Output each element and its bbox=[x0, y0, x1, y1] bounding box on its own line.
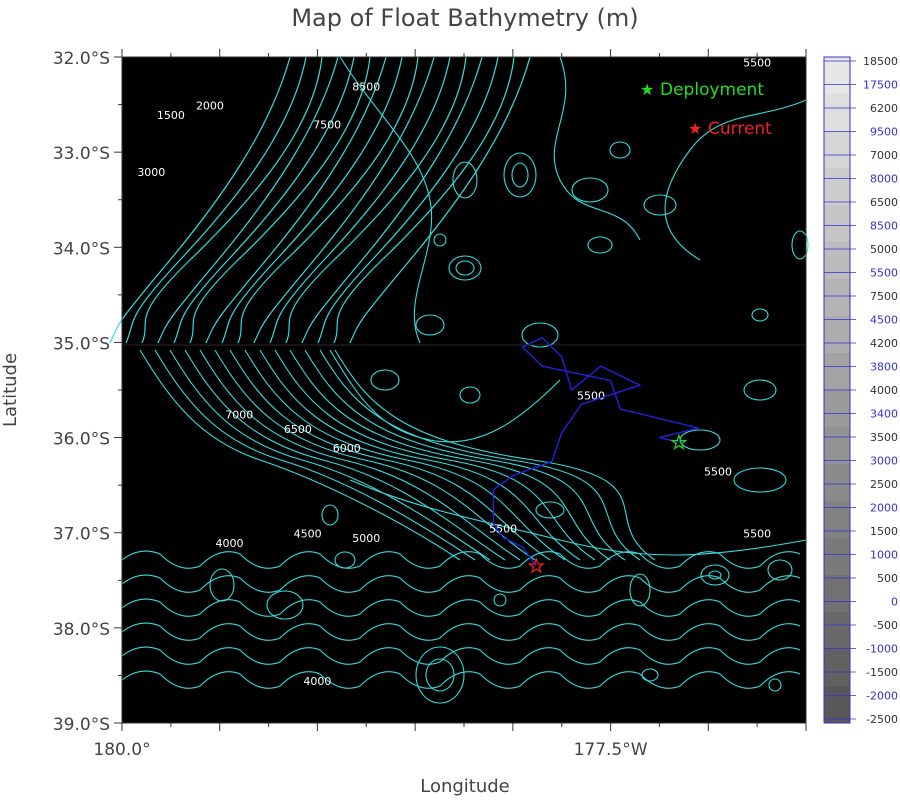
contour-label: 5500 bbox=[704, 466, 732, 479]
colorbar-swatch bbox=[824, 242, 850, 279]
lat-tick-label: 34.0°S bbox=[53, 239, 110, 259]
contour-label: 7500 bbox=[313, 118, 341, 131]
colorbar-swatch bbox=[824, 279, 850, 316]
colorbar-label: 7000 bbox=[870, 149, 898, 162]
y-axis-label: Latitude bbox=[0, 353, 21, 427]
colorbar-label: 3400 bbox=[870, 408, 898, 421]
lon-tick-label: 180.0° bbox=[93, 740, 150, 760]
map-title: Map of Float Bathymetry (m) bbox=[291, 4, 638, 32]
colorbar-swatch bbox=[824, 427, 850, 464]
contour-label: 7000 bbox=[225, 409, 253, 422]
colorbar-swatch bbox=[824, 316, 850, 353]
contour-label: 6500 bbox=[284, 423, 312, 436]
contour-label: 4500 bbox=[294, 527, 322, 540]
colorbar-label: 1500 bbox=[870, 525, 898, 538]
bathymetry-map: Map of Float Bathymetry (m) 1500 2000 3000… bbox=[0, 4, 898, 797]
colorbar-label: 4500 bbox=[870, 314, 898, 327]
current-marker-star-icon: ★ bbox=[528, 556, 544, 577]
contour-label: 6000 bbox=[333, 442, 361, 455]
contour-label: 3000 bbox=[137, 166, 165, 179]
colorbar-swatch bbox=[824, 94, 850, 131]
colorbar-swatch bbox=[824, 501, 850, 538]
colorbar-label: 4000 bbox=[870, 384, 898, 397]
colorbar-label: 1000 bbox=[870, 549, 898, 562]
colorbar-label: 17500 bbox=[863, 79, 898, 92]
latitude-axis: 32.0°S 33.0°S 34.0°S 35.0°S 36.0°S 37.0°S 38.0… bbox=[53, 49, 122, 735]
lat-tick-label: 33.0°S bbox=[53, 144, 110, 164]
contour-label: 5500 bbox=[743, 57, 771, 70]
colorbar-swatch bbox=[824, 649, 850, 686]
colorbar-label: 5000 bbox=[870, 243, 898, 256]
colorbar-label: 5500 bbox=[870, 267, 898, 280]
colorbar-label: 9500 bbox=[870, 126, 898, 139]
colorbar-swatch bbox=[824, 612, 850, 649]
colorbar-swatch bbox=[824, 390, 850, 427]
colorbar-label: -2000 bbox=[866, 690, 898, 703]
colorbar-swatch bbox=[824, 464, 850, 501]
contour-label: 2000 bbox=[196, 99, 224, 112]
colorbar-label: 8000 bbox=[870, 173, 898, 186]
colorbar-label: 4200 bbox=[870, 337, 898, 350]
contour-label: 1500 bbox=[157, 109, 185, 122]
contour-label: 8500 bbox=[352, 80, 380, 93]
colorbar-label: 2000 bbox=[870, 502, 898, 515]
colorbar-label: 3500 bbox=[870, 431, 898, 444]
contour-label: 4000 bbox=[215, 537, 243, 550]
colorbar-label: -2500 bbox=[866, 713, 898, 726]
legend-current-icon: ★ bbox=[688, 119, 702, 138]
colorbar-label: 18500 bbox=[863, 55, 898, 68]
deployment-marker-star-icon: ★ bbox=[671, 432, 687, 453]
colorbar-swatch bbox=[824, 131, 850, 168]
colorbar-label: 500 bbox=[877, 572, 898, 585]
colorbar-label: -500 bbox=[873, 619, 898, 632]
legend-deployment-label: Deployment bbox=[660, 80, 764, 100]
colorbar-swatch bbox=[824, 538, 850, 575]
colorbar-label: -1000 bbox=[866, 643, 898, 656]
lat-tick-label: 32.0°S bbox=[53, 49, 110, 69]
colorbar-label: 2500 bbox=[870, 478, 898, 491]
colorbar-label: -1500 bbox=[866, 666, 898, 679]
lat-tick-label: 38.0°S bbox=[53, 620, 110, 640]
lat-tick-label: 39.0°S bbox=[53, 715, 110, 735]
depth-colorbar: 1850017500620095007000800065008500500055… bbox=[823, 55, 898, 726]
colorbar-swatch bbox=[824, 686, 850, 723]
legend-deployment-icon: ★ bbox=[640, 80, 654, 99]
lat-tick-label: 37.0°S bbox=[53, 525, 110, 545]
lon-tick-label: 177.5°W bbox=[574, 740, 648, 760]
colorbar-swatch bbox=[824, 575, 850, 612]
contour-label: 5000 bbox=[352, 532, 380, 545]
colorbar-label: 0 bbox=[891, 596, 898, 609]
colorbar-label: 3800 bbox=[870, 361, 898, 374]
contour-label: 5500 bbox=[743, 527, 771, 540]
colorbar-swatch bbox=[824, 353, 850, 390]
colorbar-swatch bbox=[824, 168, 850, 205]
colorbar-label: 8500 bbox=[870, 220, 898, 233]
colorbar-label: 6500 bbox=[870, 196, 898, 209]
colorbar-swatch bbox=[824, 205, 850, 242]
contour-label: 4000 bbox=[303, 675, 331, 688]
colorbar-label: 7500 bbox=[870, 290, 898, 303]
colorbar-label: 3000 bbox=[870, 455, 898, 468]
map-background bbox=[122, 57, 806, 723]
colorbar-label: 6200 bbox=[870, 102, 898, 115]
legend-current-label: Current bbox=[708, 119, 772, 139]
lat-tick-label: 35.0°S bbox=[53, 334, 110, 354]
lat-tick-label: 36.0°S bbox=[53, 430, 110, 450]
colorbar-swatch bbox=[824, 57, 850, 94]
contour-label: 5500 bbox=[489, 523, 517, 536]
x-axis-label: Longitude bbox=[420, 776, 510, 797]
